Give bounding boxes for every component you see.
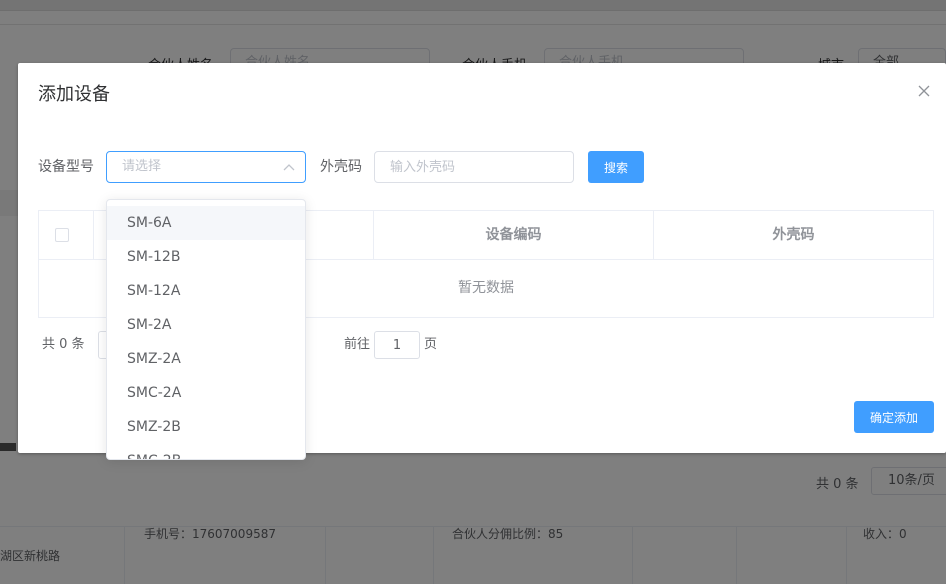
chevron-up-icon [283,162,295,172]
column-header-device-code: 设备编码 [485,227,542,243]
column-header-shell-code: 外壳码 [772,227,815,243]
device-type-select[interactable]: 请选择 [106,151,306,183]
confirm-add-button[interactable]: 确定添加 [854,401,934,433]
shell-code-input[interactable] [374,151,574,183]
column-divider [93,211,94,259]
dropdown-option[interactable]: SM-6A [107,206,305,240]
pagination-total: 共 0 条 [42,337,85,352]
search-button[interactable]: 搜索 [588,151,644,183]
select-all-checkbox[interactable] [55,228,69,242]
pagination-page-input[interactable] [374,331,420,359]
dropdown-option[interactable]: SM-12B [107,240,305,274]
shell-code-label: 外壳码 [320,159,362,175]
dropdown-option[interactable]: SMC-2B [107,444,305,459]
dropdown-option[interactable]: SMC-2A [107,376,305,410]
dropdown-option[interactable]: SMZ-2A [107,342,305,376]
dropdown-option[interactable]: SM-12A [107,274,305,308]
pagination-page-suffix: 页 [424,337,438,352]
device-type-dropdown: SM-6A SM-12B SM-12A SM-2A SMZ-2A SMC-2A … [106,199,306,460]
dropdown-option[interactable]: SMZ-2B [107,410,305,444]
pagination-goto-label: 前往 [344,337,371,352]
device-type-label: 设备型号 [38,159,94,175]
close-icon[interactable] [916,83,932,99]
dropdown-option[interactable]: SM-2A [107,308,305,342]
dialog-title: 添加设备 [38,84,110,105]
device-type-placeholder: 请选择 [122,159,162,174]
